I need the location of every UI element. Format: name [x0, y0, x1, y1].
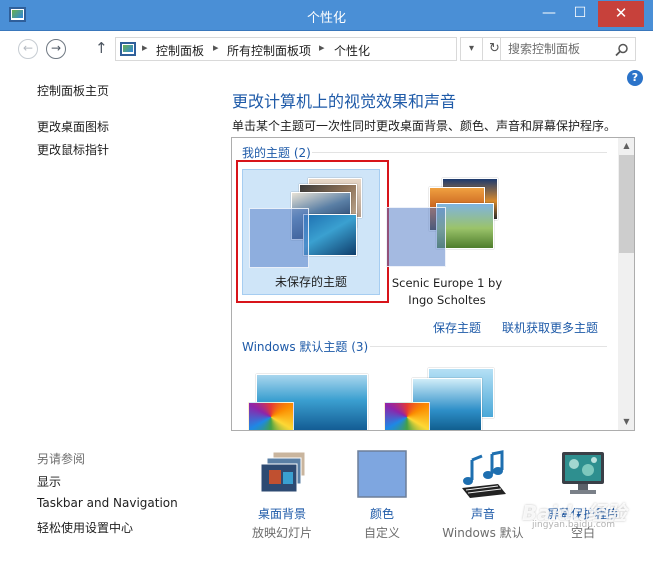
theme-tile-scenic-europe[interactable]: Scenic Europe 1 by Ingo Scholtes	[382, 169, 512, 307]
desktop-background-link[interactable]: 桌面背景	[232, 505, 332, 522]
sounds-link[interactable]: 声音	[433, 505, 533, 522]
breadcrumb-separator-icon[interactable]: ▸	[213, 41, 219, 54]
sounds-value: Windows 默认	[442, 526, 524, 540]
desktop-background-value: 放映幻灯片	[251, 526, 312, 540]
scroll-up-button[interactable]: ▲	[618, 138, 634, 154]
page-title: 更改计算机上的视觉效果和声音	[232, 92, 457, 111]
title-bar: 个性化 — ☐ ✕	[0, 0, 653, 31]
search-icon[interactable]	[614, 42, 630, 58]
breadcrumb-all-items[interactable]: 所有控制面板项	[227, 42, 311, 59]
taskbar-navigation-link[interactable]: Taskbar and Navigation	[37, 496, 178, 510]
control-panel-icon	[120, 42, 136, 56]
scroll-thumb[interactable]	[619, 155, 634, 253]
change-mouse-pointers-link[interactable]: 更改鼠标指针	[37, 141, 109, 158]
change-desktop-icons-link[interactable]: 更改桌面图标	[37, 118, 109, 135]
baidu-watermark-url: jingyan.baidu.com	[532, 520, 616, 530]
theme-color-swatch	[248, 402, 294, 430]
search-box[interactable]	[500, 37, 636, 61]
theme-color-swatch	[384, 402, 430, 430]
color-value: 自定义	[363, 526, 400, 540]
my-themes-header: 我的主题 (2)	[242, 146, 311, 160]
help-icon[interactable]: ?	[627, 70, 643, 86]
close-button[interactable]: ✕	[598, 1, 644, 27]
theme-tile-windows-default[interactable]	[244, 366, 374, 430]
scroll-down-button[interactable]: ▼	[618, 414, 634, 430]
up-button[interactable]: ↑	[95, 39, 108, 57]
music-notes-icon	[462, 450, 506, 498]
ease-of-access-link[interactable]: 轻松使用设置中心	[37, 519, 133, 536]
save-theme-link[interactable]: 保存主题	[433, 319, 481, 336]
display-link[interactable]: 显示	[37, 473, 61, 490]
color-swatch-icon	[357, 450, 407, 498]
group-divider	[312, 152, 607, 153]
forward-button[interactable]: →	[46, 39, 66, 59]
theme-name: Scenic Europe 1 by Ingo Scholtes	[391, 276, 503, 307]
theme-list-scrollbar[interactable]: ▲ ▼	[618, 138, 634, 430]
selection-highlight	[236, 160, 389, 303]
color-link[interactable]: 颜色	[332, 505, 432, 522]
see-also-heading: 另请参阅	[37, 452, 86, 466]
back-button[interactable]: ←	[18, 39, 38, 59]
navigation-bar: ← → ↑ ▸ 控制面板 ▸ 所有控制面板项 ▸ 个性化 ▾ ↻	[0, 31, 653, 67]
address-box[interactable]: ▸ 控制面板 ▸ 所有控制面板项 ▸ 个性化	[115, 37, 457, 61]
control-panel-home-link[interactable]: 控制面板主页	[37, 82, 109, 99]
color-setting[interactable]: 颜色 自定义	[332, 450, 432, 550]
search-input[interactable]	[501, 38, 613, 60]
minimize-button[interactable]: —	[535, 1, 563, 27]
desktop-background-setting[interactable]: 桌面背景 放映幻灯片	[232, 450, 332, 550]
page-description: 单击某个主题可一次性同时更改桌面背景、颜色、声音和屏幕保护程序。	[232, 119, 617, 133]
group-divider	[370, 346, 607, 347]
sounds-setting[interactable]: 声音 Windows 默认	[433, 450, 533, 550]
theme-tile-windows-default-2[interactable]	[382, 366, 512, 430]
breadcrumb-separator-icon[interactable]: ▸	[142, 41, 148, 54]
theme-color-swatch	[386, 207, 446, 267]
get-more-themes-link[interactable]: 联机获取更多主题	[502, 319, 598, 336]
theme-list[interactable]: 我的主题 (2) 未保存的主题 Scenic Europe 1 by Ingo …	[231, 137, 635, 431]
breadcrumb-control-panel[interactable]: 控制面板	[156, 42, 204, 59]
breadcrumb-personalization[interactable]: 个性化	[334, 42, 370, 59]
breadcrumb-separator-icon[interactable]: ▸	[319, 41, 325, 54]
screen-saver-monitor-icon	[562, 452, 604, 494]
windows-default-themes-header: Windows 默认主题 (3)	[242, 340, 369, 354]
desktop-background-icon	[260, 451, 306, 493]
address-history-dropdown[interactable]: ▾	[460, 37, 483, 61]
maximize-button[interactable]: ☐	[566, 1, 594, 27]
